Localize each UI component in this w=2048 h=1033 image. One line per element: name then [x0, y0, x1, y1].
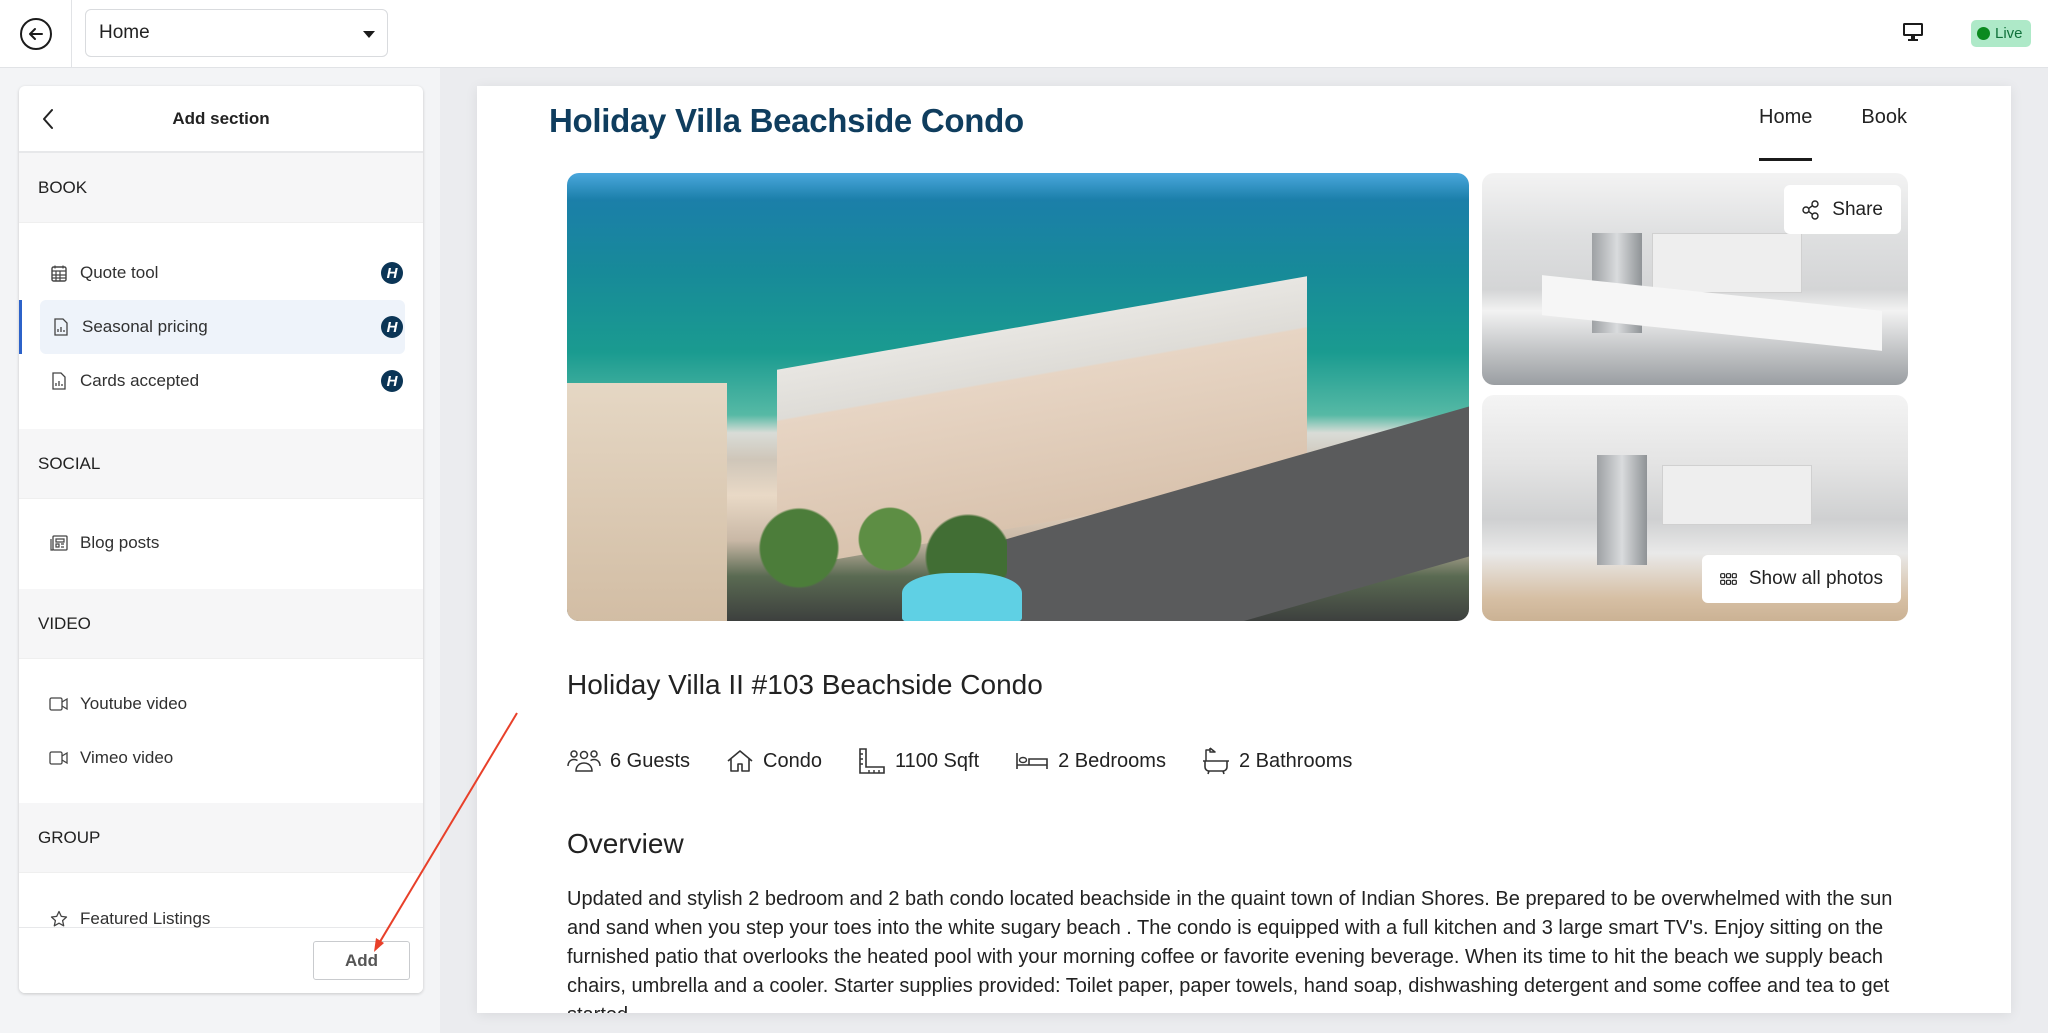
- overview-text: Updated and stylish 2 bedroom and 2 bath…: [567, 888, 1893, 1013]
- top-bar: Home Live: [0, 0, 2048, 68]
- fact-type: Condo: [726, 747, 822, 775]
- share-icon: [1802, 199, 1819, 220]
- live-dot-icon: [1977, 27, 1990, 40]
- section-item-cards-accepted[interactable]: Cards accepted H: [19, 354, 423, 408]
- section-item-vimeo-video[interactable]: Vimeo video: [19, 731, 423, 785]
- kitchen-photo[interactable]: Share: [1482, 173, 1908, 385]
- panel-header: Add section: [19, 86, 423, 153]
- live-label: Live: [1995, 25, 2023, 42]
- property-facts: 6 Guests Condo 1100 Sqft 2 Bedrooms 2 Ba…: [567, 747, 1388, 775]
- guests-icon: [567, 749, 601, 773]
- photo-detail: [567, 383, 727, 621]
- fact-guests: 6 Guests: [567, 747, 690, 775]
- show-all-photos-label: Show all photos: [1748, 568, 1883, 589]
- panel-footer: Add: [19, 927, 423, 993]
- caret-down-icon: [363, 31, 375, 38]
- kitchen-hallway-photo[interactable]: Show all photos: [1482, 395, 1908, 621]
- desktop-icon: [1903, 23, 1923, 41]
- fact-label: Condo: [763, 749, 822, 772]
- section-item-seasonal-pricing[interactable]: Seasonal pricing H: [19, 300, 423, 354]
- fact-label: 2 Bedrooms: [1058, 749, 1166, 772]
- h-brand-icon: H: [381, 316, 403, 338]
- nav-book[interactable]: Book: [1861, 106, 1907, 143]
- desktop-preview-button[interactable]: [1902, 22, 1924, 47]
- page-select-value: Home: [99, 22, 150, 43]
- site-nav: Home Book: [1759, 106, 1907, 161]
- main-photo[interactable]: [567, 173, 1469, 621]
- group-heading-video: VIDEO: [19, 589, 423, 659]
- arrow-left-icon: [28, 28, 43, 40]
- ruler-icon: [858, 747, 886, 775]
- fact-label: 1100 Sqft: [894, 749, 980, 772]
- grid-icon: [1719, 573, 1737, 585]
- group-video: Youtube video Vimeo video: [19, 659, 423, 803]
- section-item-label: Cards accepted: [80, 371, 200, 390]
- show-all-photos-button[interactable]: Show all photos: [1701, 555, 1901, 603]
- section-item-label: Featured Listings: [80, 909, 211, 928]
- panel-title: Add section: [172, 108, 270, 128]
- section-item-quote-tool[interactable]: Quote tool H: [19, 246, 423, 300]
- site-preview: Holiday Villa Beachside Condo Home Book: [477, 86, 2011, 1013]
- add-section-panel: Add section BOOK Quote tool H Seasonal p…: [19, 86, 423, 993]
- fact-label: 2 Bathrooms: [1238, 749, 1353, 772]
- photo-detail: [1597, 455, 1647, 565]
- photo-detail: [1662, 465, 1812, 525]
- group-heading-group: GROUP: [19, 803, 423, 873]
- back-area: [0, 0, 72, 68]
- h-brand-icon: H: [381, 262, 403, 284]
- fact-label: 6 Guests: [610, 749, 691, 772]
- group-book: Quote tool H Seasonal pricing H Cards ac…: [19, 223, 423, 429]
- h-brand-icon: H: [381, 370, 403, 392]
- share-button[interactable]: Share: [1784, 185, 1901, 234]
- editor-sidebar: Add section BOOK Quote tool H Seasonal p…: [0, 68, 440, 1033]
- star-icon: [49, 909, 69, 929]
- document-chart-icon: [51, 317, 71, 337]
- live-status-badge: Live: [1971, 20, 2031, 47]
- calendar-icon: [49, 263, 69, 283]
- group-heading-book: BOOK: [19, 153, 423, 223]
- photo-detail: [902, 573, 1022, 621]
- section-item-label: Youtube video: [80, 694, 188, 713]
- bed-icon: [1015, 751, 1049, 771]
- share-label: Share: [1832, 198, 1883, 220]
- nav-home[interactable]: Home: [1759, 106, 1813, 161]
- section-item-label: Vimeo video: [80, 748, 174, 767]
- group-social: Blog posts: [19, 499, 423, 589]
- fact-bathrooms: 2 Bathrooms: [1202, 747, 1352, 775]
- fact-size: 1100 Sqft: [858, 747, 979, 775]
- add-button[interactable]: Add: [313, 941, 410, 980]
- section-item-youtube-video[interactable]: Youtube video: [19, 677, 423, 731]
- group-heading-social: SOCIAL: [19, 429, 423, 499]
- video-camera-icon: [49, 748, 69, 768]
- panel-back-button[interactable]: [41, 108, 55, 135]
- fact-bedrooms: 2 Bedrooms: [1015, 747, 1166, 775]
- chevron-left-icon: [43, 109, 53, 129]
- section-item-label: Quote tool: [80, 263, 159, 282]
- section-item-label: Blog posts: [80, 533, 160, 552]
- property-title: Holiday Villa II #103 Beachside Condo: [567, 669, 1043, 700]
- overview-heading: Overview: [567, 828, 684, 859]
- bathtub-icon: [1202, 747, 1230, 775]
- house-icon: [726, 749, 754, 773]
- video-camera-icon: [49, 694, 69, 714]
- newspaper-icon: [49, 533, 69, 553]
- page-select[interactable]: Home: [85, 9, 388, 57]
- document-chart-icon: [49, 371, 69, 391]
- selection-indicator: [19, 300, 22, 354]
- back-button[interactable]: [19, 18, 52, 50]
- photo-detail: [1652, 233, 1802, 293]
- section-item-blog-posts[interactable]: Blog posts: [19, 516, 423, 570]
- site-title: Holiday Villa Beachside Condo: [549, 102, 1024, 139]
- section-item-label: Seasonal pricing: [82, 317, 208, 336]
